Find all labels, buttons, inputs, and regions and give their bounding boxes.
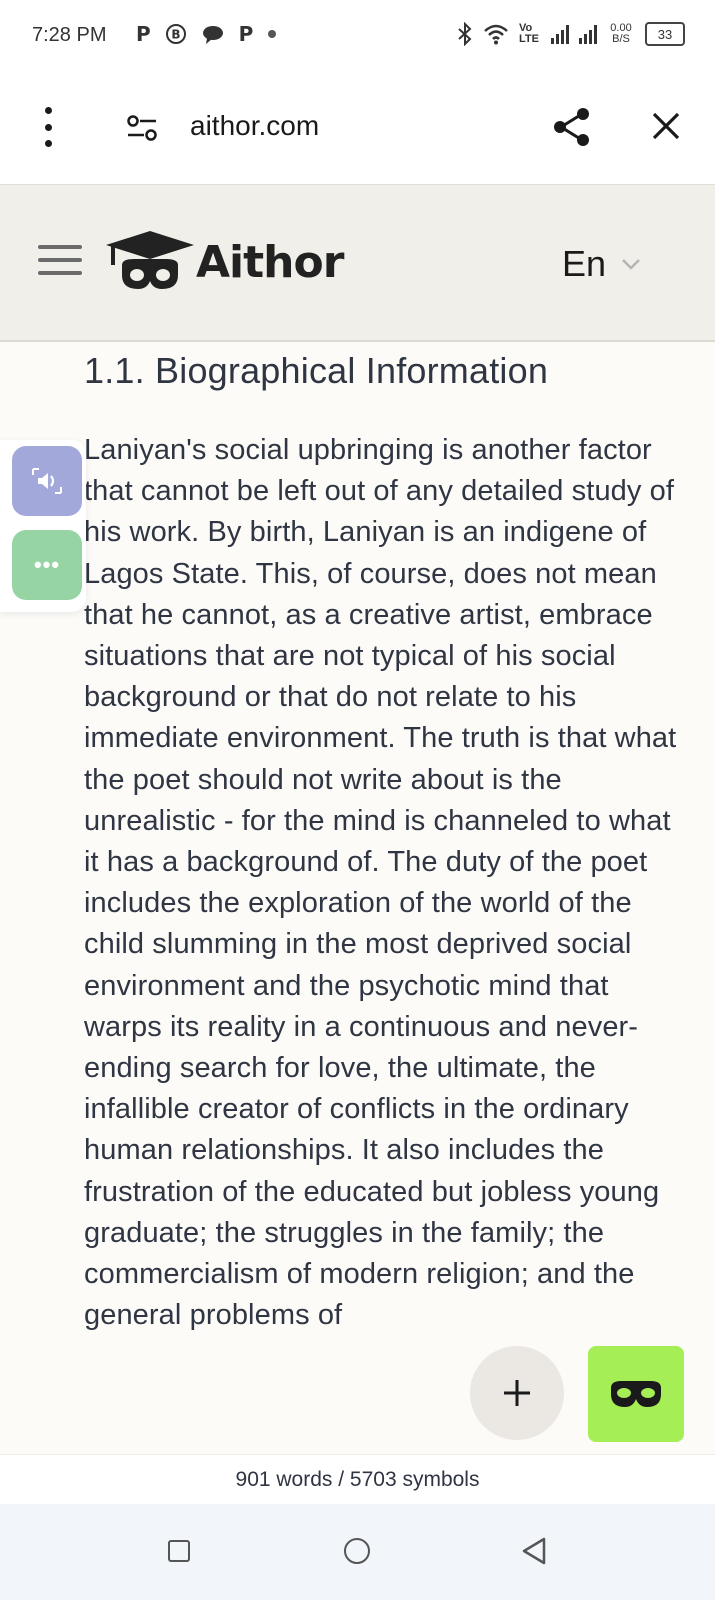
read-aloud-button[interactable] xyxy=(12,446,82,516)
logo-text: Aithor xyxy=(196,236,344,288)
url-text[interactable]: aithor.com xyxy=(190,110,319,142)
battery-level: 33 xyxy=(657,26,673,42)
site-settings-icon[interactable] xyxy=(126,114,158,142)
net-speed: 0.00 B/S xyxy=(610,22,632,45)
speaker-icon xyxy=(32,468,62,494)
status-bar: 7:28 PM P B P Vo LTE 0.00 B/S 33 xyxy=(0,0,715,72)
b-badge-icon: B xyxy=(165,24,186,44)
signal-icon xyxy=(551,24,569,44)
signal-icon xyxy=(579,24,597,44)
plus-icon xyxy=(504,1380,530,1406)
side-tool-panel: ••• xyxy=(0,440,86,612)
mask-icon xyxy=(611,1381,661,1407)
language-label: En xyxy=(562,243,607,284)
article-body[interactable]: Laniyan's social upbringing is another f… xyxy=(84,430,684,1336)
word-count-bar: 901 words / 5703 symbols xyxy=(0,1454,715,1504)
back-icon[interactable] xyxy=(520,1536,548,1566)
status-time: 7:28 PM xyxy=(32,24,107,46)
language-select[interactable]: En xyxy=(562,243,642,285)
graduation-cap-mask-icon xyxy=(106,231,194,289)
hamburger-menu-icon[interactable] xyxy=(38,245,82,275)
system-nav-bar xyxy=(0,1504,715,1600)
home-icon[interactable] xyxy=(344,1538,370,1564)
aithor-logo[interactable]: Aithor xyxy=(104,229,344,295)
pinterest-icon: P xyxy=(238,22,254,46)
svg-text:B: B xyxy=(171,28,180,42)
add-button[interactable] xyxy=(470,1346,564,1440)
browser-url-bar: aithor.com xyxy=(0,72,715,184)
section-heading: 1.1. Biographical Information xyxy=(84,350,549,391)
battery-icon: 33 xyxy=(645,22,685,46)
system-icons: Vo LTE 0.00 B/S 33 xyxy=(457,22,685,46)
word-count: 901 words / 5703 symbols xyxy=(235,1468,480,1491)
share-icon[interactable] xyxy=(552,106,592,148)
chevron-down-icon xyxy=(622,259,640,270)
more-options-button[interactable]: ••• xyxy=(12,530,82,600)
volte-label: Vo LTE xyxy=(519,22,539,45)
dot-icon xyxy=(268,30,277,38)
more-dots-icon: ••• xyxy=(33,552,61,577)
browser-menu-icon[interactable] xyxy=(38,107,58,147)
humanize-button[interactable] xyxy=(588,1346,684,1442)
bluetooth-icon xyxy=(458,22,472,46)
notification-icons: P B P xyxy=(136,22,277,46)
wifi-icon xyxy=(484,24,508,45)
chat-bubble-icon xyxy=(202,26,223,44)
site-header: Aithor En xyxy=(0,184,715,342)
recents-icon[interactable] xyxy=(168,1540,190,1562)
editor-content: 1.1. Biographical Information Laniyan's … xyxy=(0,342,715,1454)
pinterest-icon: P xyxy=(136,22,151,46)
close-icon[interactable] xyxy=(650,110,682,142)
